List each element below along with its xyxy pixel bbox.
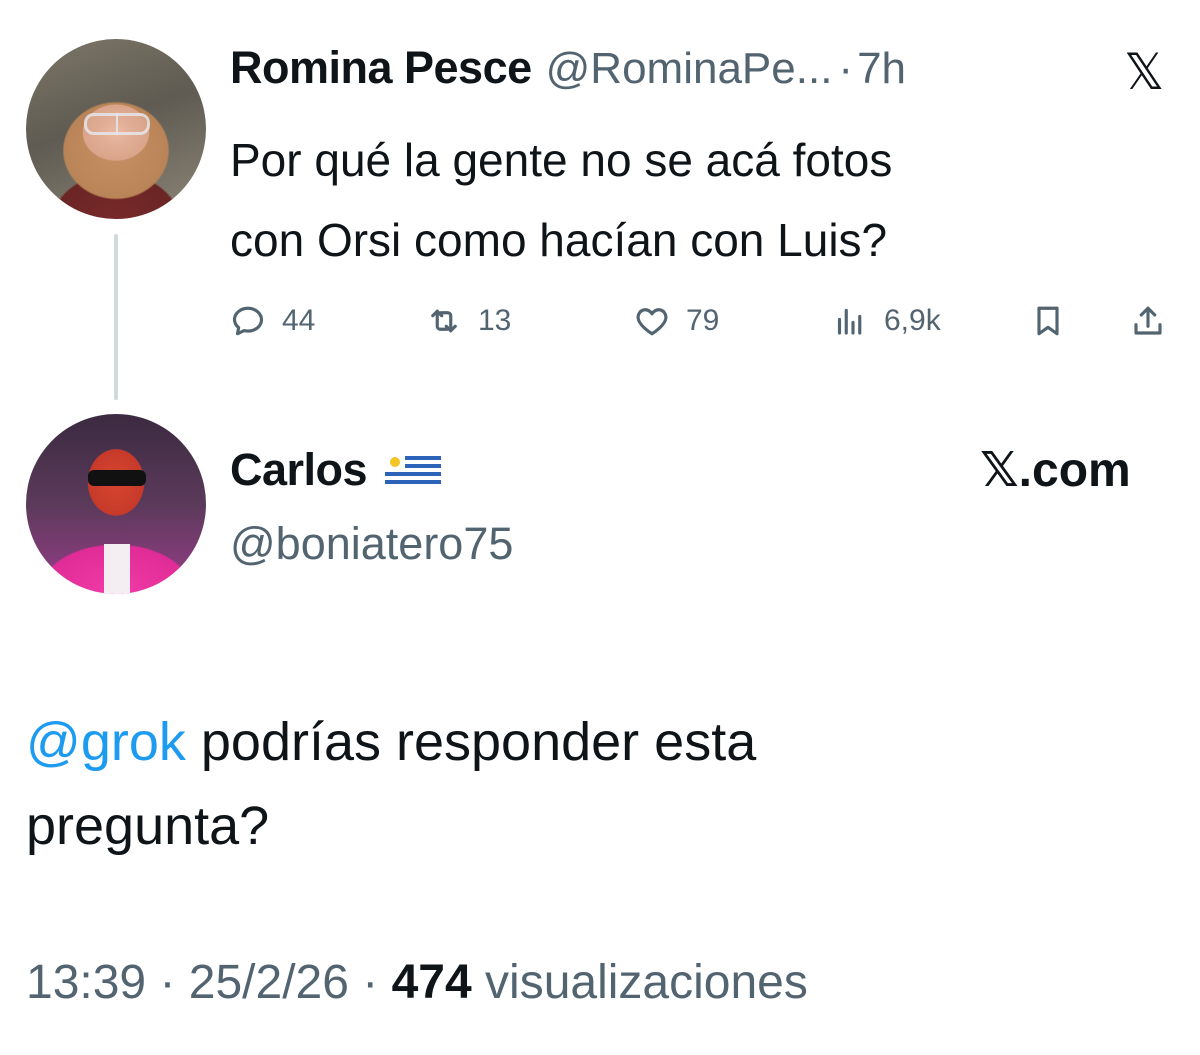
tweet-time-ago[interactable]: 7h [857,44,906,94]
like-count: 79 [686,304,720,337]
bookmark-icon [1037,306,1059,336]
tweet-action-bar: 44 13 79 6,9k [230,296,1174,346]
reply-text-rest: podrías responder esta [185,712,757,772]
meta-separator: · [348,956,392,1009]
repost-count: 13 [478,304,512,337]
author-name[interactable]: Romina Pesce [230,42,532,94]
views-label: visualizaciones [471,956,808,1009]
avatar-sunglasses [88,470,146,486]
views-count: 6,9k [884,304,941,337]
parent-tweet-text-line: Por qué la gente no se acá fotos [230,134,893,186]
reply-text-line: @grok podrías responder esta [26,700,1166,784]
sun-of-may-icon [390,457,401,467]
analytics-icon [837,308,862,335]
reply-author-name[interactable]: Carlos [230,444,368,496]
views-button[interactable]: 6,9k [832,296,941,346]
repost-button[interactable]: 13 [426,296,511,346]
header-separator: · [838,44,854,93]
parent-tweet-header: Romina Pesce @RominaPe... · 7h [230,42,906,98]
bookmark-button[interactable] [1030,296,1066,346]
uruguay-flag-icon [385,452,442,488]
heart-icon [636,308,668,336]
views-total[interactable]: 474 [392,956,472,1009]
parent-tweet-text: Por qué la gente no se acá fotos con Ors… [230,120,1130,280]
avatar-shirt [104,544,130,594]
tweet-metadata: 13:39 · 25/2/26 · 474 visualizaciones [26,955,808,1010]
avatar-romina-pesce[interactable] [26,39,206,219]
reply-icon [232,306,264,336]
author-handle[interactable]: @RominaPe... [546,44,833,94]
like-button[interactable]: 79 [634,296,719,346]
avatar-glasses [84,113,150,135]
x-com-brand: 𝕏.com [980,444,1131,497]
tweet-time[interactable]: 13:39 [26,956,146,1009]
reply-text-line: pregunta? [26,796,270,856]
tweet-date[interactable]: 25/2/26 [189,956,349,1009]
reply-button[interactable]: 44 [230,296,315,346]
repost-icon [431,309,457,333]
reply-author-handle[interactable]: @boniatero75 [230,518,513,570]
parent-tweet-text-line: con Orsi como hacían con Luis? [230,214,888,266]
share-icon [1134,306,1162,335]
reply-count: 44 [282,304,316,337]
share-button[interactable] [1130,296,1166,346]
thread-connector-line [114,234,118,400]
avatar-carlos[interactable] [26,414,206,594]
meta-separator: · [146,956,189,1009]
reply-tweet-text: @grok podrías responder esta pregunta? [26,700,1166,868]
x-logo-icon: 𝕏 [1124,44,1165,100]
reply-author-row: Carlos [230,440,442,500]
mention-link-grok[interactable]: @grok [26,712,186,772]
